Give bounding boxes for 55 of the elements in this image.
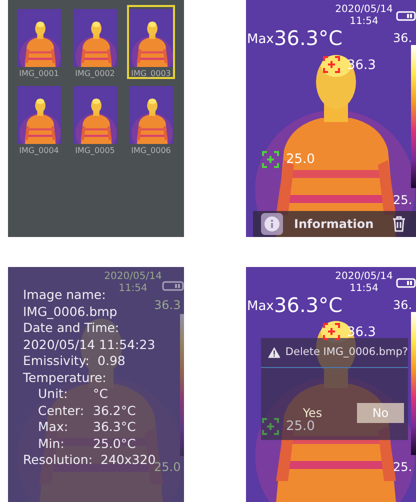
- info-button[interactable]: [261, 213, 283, 235]
- scale-min-label: 25.: [393, 460, 412, 474]
- scale-min-label: 25.0: [154, 460, 181, 474]
- crosshair-icon: [262, 418, 279, 435]
- spot-temperature: 25.0: [286, 152, 315, 167]
- battery-icon: [396, 278, 416, 288]
- field-label: Min:: [38, 436, 66, 452]
- thumbnail[interactable]: IMG_0005: [71, 82, 119, 156]
- scale-max-label: 36.3: [154, 298, 181, 312]
- scale-min-label: 25.: [393, 193, 412, 207]
- field-label: 2020/05/14 11:54:23: [23, 336, 156, 353]
- toolbar-title: Information: [294, 216, 374, 233]
- max-label: Max: [247, 32, 274, 47]
- date-label: 2020/05/14: [334, 270, 394, 283]
- warning-icon: [268, 346, 280, 359]
- field-label: Temperature:: [23, 370, 106, 386]
- thumbnail[interactable]: IMG_0006: [127, 82, 175, 156]
- field-value: 36.2°C: [93, 402, 136, 419]
- date-label: 2020/05/14: [103, 270, 163, 283]
- field-value: 0.98: [98, 353, 126, 370]
- field-value: °C: [93, 386, 108, 402]
- thumbnail[interactable]: IMG_0003: [127, 5, 175, 79]
- info-icon: [264, 216, 280, 232]
- field-value: 36.3°C: [93, 419, 136, 436]
- trash-icon[interactable]: [392, 216, 406, 232]
- field-label: Emissivity:: [23, 353, 90, 370]
- field-label: Center:: [38, 402, 86, 419]
- dialog-message: Delete IMG_0006.bmp?: [285, 344, 408, 360]
- crosshair-icon: [262, 151, 279, 168]
- field-label: Date and Time:: [23, 320, 120, 336]
- field-value: 240x320: [100, 452, 156, 467]
- max-temperature: 36.3°C: [274, 293, 342, 317]
- dialog-button[interactable]: No: [357, 403, 404, 423]
- max-label: Max: [247, 299, 274, 314]
- field-label: Resolution:: [23, 452, 93, 468]
- max-temperature: 36.3°C: [274, 26, 342, 50]
- thumbnail[interactable]: IMG_0002: [71, 5, 119, 79]
- field-label: Image name:: [23, 287, 106, 304]
- field-value: 25.0°C: [93, 436, 136, 452]
- thumbnail[interactable]: IMG_0001: [15, 5, 63, 79]
- date-label: 2020/05/14: [334, 3, 394, 16]
- scale-max-label: 36.: [393, 31, 412, 45]
- thumbnail[interactable]: IMG_0004: [15, 82, 63, 156]
- battery-icon: [396, 11, 416, 21]
- battery-icon: [162, 281, 184, 291]
- field-label: Unit:: [38, 386, 69, 402]
- time-label: 11:54: [348, 283, 380, 295]
- crosshair-icon: [323, 56, 340, 73]
- spot-temperature: 25.0: [286, 419, 315, 434]
- time-label: 11:54: [118, 283, 148, 295]
- field-label: IMG_0006.bmp: [23, 304, 118, 320]
- scale-max-label: 36.: [393, 298, 412, 312]
- crosshair-icon: [323, 323, 340, 340]
- time-label: 11:54: [348, 16, 380, 28]
- field-label: Max:: [38, 419, 70, 436]
